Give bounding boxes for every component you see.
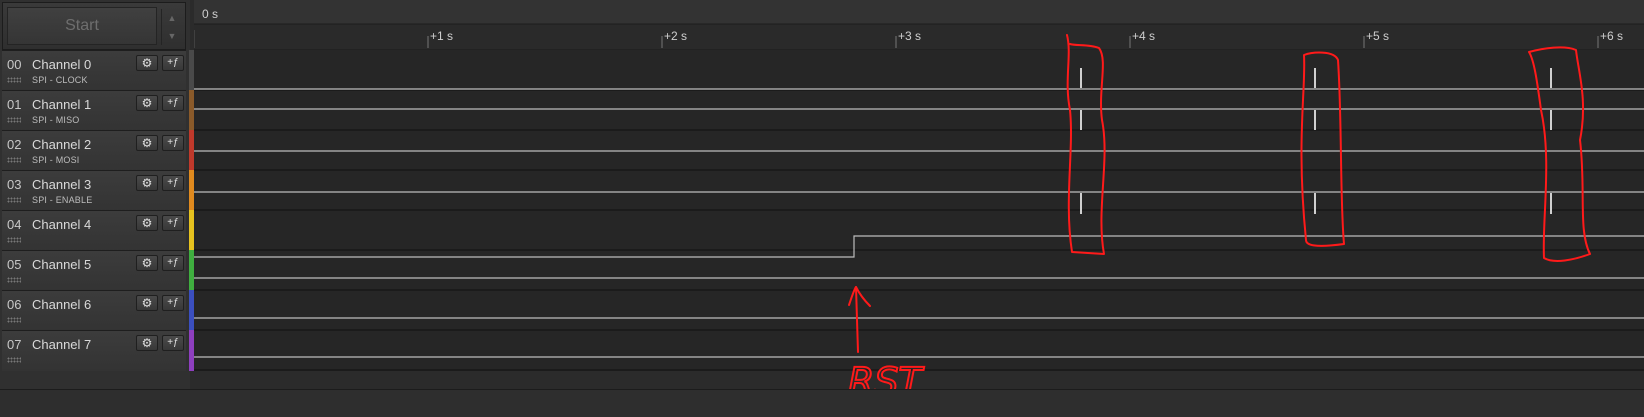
channel-number: 05 [7, 257, 22, 272]
channel-row-4[interactable]: 04 Channel 4 ⚙ +ƒ [2, 210, 186, 251]
drag-handle-icon[interactable] [7, 197, 21, 203]
start-button[interactable]: Start [7, 7, 157, 45]
start-spinner[interactable]: ▲ ▼ [161, 9, 182, 45]
tick-label: +6 s [1600, 29, 1623, 43]
drag-handle-icon[interactable] [7, 237, 21, 243]
tick-label: +3 s [898, 29, 921, 43]
channel-row-5[interactable]: 05 Channel 5 ⚙ +ƒ [2, 250, 186, 291]
channel-analyzer-label: SPI - CLOCK [32, 75, 88, 85]
channel-analyzer-label: SPI - MISO [32, 115, 80, 125]
channel-number: 07 [7, 337, 22, 352]
channel-row-3[interactable]: 03 Channel 3 SPI - ENABLE ⚙ +ƒ [2, 170, 186, 211]
channel-name[interactable]: Channel 1 [32, 97, 91, 112]
tick-label: +5 s [1366, 29, 1389, 43]
trigger-icon[interactable]: +ƒ [162, 295, 184, 311]
channel-row-7[interactable]: 07 Channel 7 ⚙ +ƒ [2, 330, 186, 371]
trigger-icon[interactable]: +ƒ [162, 215, 184, 231]
channel-name[interactable]: Channel 7 [32, 337, 91, 352]
gear-icon[interactable]: ⚙ [136, 295, 158, 311]
trigger-icon[interactable]: +ƒ [162, 95, 184, 111]
gear-icon[interactable]: ⚙ [136, 95, 158, 111]
start-bar: Start ▲ ▼ [2, 2, 186, 50]
channel-row-6[interactable]: 06 Channel 6 ⚙ +ƒ [2, 290, 186, 331]
channel-number: 00 [7, 57, 22, 72]
trigger-icon[interactable]: +ƒ [162, 55, 184, 71]
drag-handle-icon[interactable] [7, 157, 21, 163]
channel-row-2[interactable]: 02 Channel 2 SPI - MOSI ⚙ +ƒ [2, 130, 186, 171]
tick-label: +4 s [1132, 29, 1155, 43]
channel-number: 04 [7, 217, 22, 232]
channel-row-0[interactable]: 00 Channel 0 SPI - CLOCK ⚙ +ƒ [2, 50, 186, 91]
channel-name[interactable]: Channel 5 [32, 257, 91, 272]
drag-handle-icon[interactable] [7, 357, 21, 363]
trigger-icon[interactable]: +ƒ [162, 175, 184, 191]
gear-icon[interactable]: ⚙ [136, 175, 158, 191]
channel-panel: Start ▲ ▼ 00 Channel 0 SPI - CLOCK ⚙ +ƒ … [0, 0, 190, 416]
gear-icon[interactable]: ⚙ [136, 135, 158, 151]
gear-icon[interactable]: ⚙ [136, 215, 158, 231]
tick-label: +2 s [664, 29, 687, 43]
timeline-origin-label: 0 s [202, 7, 218, 21]
channel-number: 01 [7, 97, 22, 112]
trigger-icon[interactable]: +ƒ [162, 135, 184, 151]
timeline-origin-bar [194, 0, 1644, 24]
channel-row-1[interactable]: 01 Channel 1 SPI - MISO ⚙ +ƒ [2, 90, 186, 131]
channel-number: 02 [7, 137, 22, 152]
gear-icon[interactable]: ⚙ [136, 55, 158, 71]
channel-name[interactable]: Channel 2 [32, 137, 91, 152]
status-footer [0, 389, 1644, 417]
gear-icon[interactable]: ⚙ [136, 255, 158, 271]
trigger-icon[interactable]: +ƒ [162, 335, 184, 351]
waveform-area[interactable]: 0 s +1 s +2 s +3 s +4 s +5 s +6 s RST [194, 0, 1644, 416]
channel-analyzer-label: SPI - ENABLE [32, 195, 93, 205]
spinner-down-icon[interactable]: ▼ [168, 31, 177, 41]
channel-analyzer-label: SPI - MOSI [32, 155, 80, 165]
channel-name[interactable]: Channel 4 [32, 217, 91, 232]
trigger-icon[interactable]: +ƒ [162, 255, 184, 271]
channel-name[interactable]: Channel 0 [32, 57, 91, 72]
channel-name[interactable]: Channel 3 [32, 177, 91, 192]
drag-handle-icon[interactable] [7, 117, 21, 123]
spinner-up-icon[interactable]: ▲ [168, 13, 177, 23]
channel-name[interactable]: Channel 6 [32, 297, 91, 312]
channel-number: 03 [7, 177, 22, 192]
channel-number: 06 [7, 297, 22, 312]
tick-label: +1 s [430, 29, 453, 43]
drag-handle-icon[interactable] [7, 317, 21, 323]
drag-handle-icon[interactable] [7, 277, 21, 283]
gear-icon[interactable]: ⚙ [136, 335, 158, 351]
drag-handle-icon[interactable] [7, 77, 21, 83]
